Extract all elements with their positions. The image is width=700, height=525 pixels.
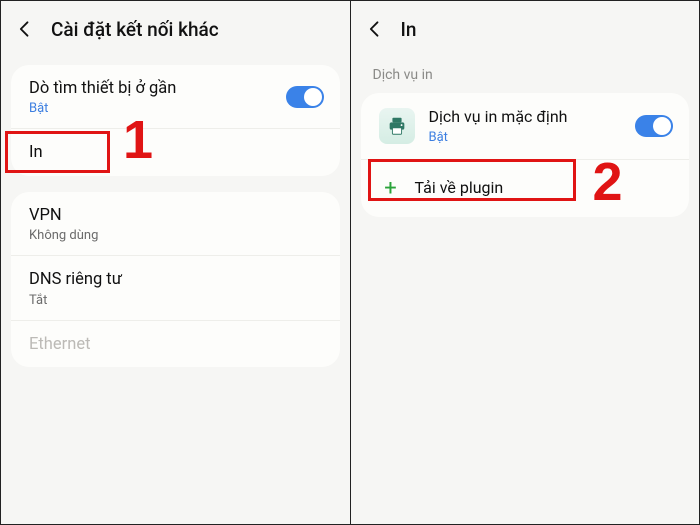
row-print[interactable]: In: [11, 128, 340, 175]
panel-right-print: In Dịch vụ in Dịch vụ in mặc định Bật + …: [351, 1, 700, 524]
back-button[interactable]: [11, 15, 39, 43]
toggle-nearby-devices[interactable]: [286, 86, 324, 108]
row-nearby-devices[interactable]: Dò tìm thiết bị ở gần Bật: [11, 65, 340, 128]
row-subtitle: Bật: [29, 101, 322, 116]
row-subtitle: Tắt: [29, 293, 322, 308]
row-title: Dịch vụ in mặc định: [429, 107, 568, 128]
page-title: In: [401, 18, 417, 41]
row-private-dns[interactable]: DNS riêng tư Tắt: [11, 255, 340, 319]
print-services-card: Dịch vụ in mặc định Bật + Tải về plugin: [361, 93, 690, 217]
page-title: Cài đặt kết nối khác: [51, 18, 219, 41]
plus-icon: +: [381, 176, 401, 201]
panel-left-settings: Cài đặt kết nối khác Dò tìm thiết bị ở g…: [1, 1, 351, 524]
header-right: In: [351, 1, 700, 57]
printer-glyph-icon: [386, 115, 408, 137]
settings-card-1: Dò tìm thiết bị ở gần Bật In: [11, 65, 340, 176]
printer-icon: [379, 108, 415, 144]
back-button[interactable]: [361, 15, 389, 43]
row-title: In: [29, 142, 322, 163]
settings-card-2: VPN Không dùng DNS riêng tư Tắt Ethernet: [11, 192, 340, 367]
toggle-default-print-service[interactable]: [635, 115, 673, 137]
row-title: VPN: [29, 205, 322, 226]
row-subtitle: Không dùng: [29, 228, 322, 243]
header-left: Cài đặt kết nối khác: [1, 1, 350, 57]
chevron-left-icon: [365, 19, 385, 39]
row-default-print-service[interactable]: Dịch vụ in mặc định Bật: [361, 93, 690, 159]
row-ethernet: Ethernet: [11, 320, 340, 367]
row-title: Tải về plugin: [415, 178, 504, 199]
row-title: Ethernet: [29, 334, 322, 355]
row-title: Dò tìm thiết bị ở gần: [29, 78, 322, 99]
row-download-plugin[interactable]: + Tải về plugin: [361, 159, 690, 217]
service-text: Dịch vụ in mặc định Bật: [429, 107, 568, 145]
section-label: Dịch vụ in: [351, 57, 700, 85]
chevron-left-icon: [15, 19, 35, 39]
row-subtitle: Bật: [429, 130, 568, 145]
row-title: DNS riêng tư: [29, 269, 322, 290]
row-vpn[interactable]: VPN Không dùng: [11, 192, 340, 255]
